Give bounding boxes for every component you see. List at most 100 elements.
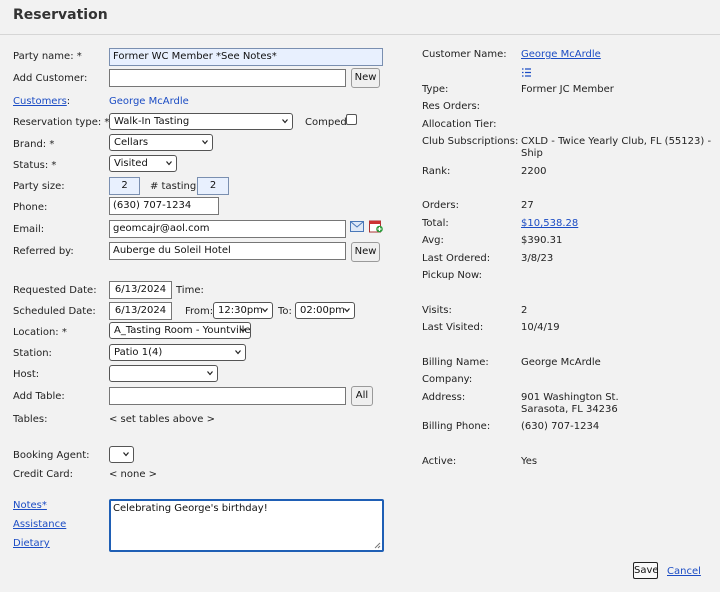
address-label: Address: bbox=[422, 392, 466, 403]
to-time-select[interactable]: 02:00pm bbox=[295, 302, 355, 319]
pickup-now-label: Pickup Now: bbox=[422, 270, 483, 281]
chevron-down-icon bbox=[123, 452, 129, 457]
from-time-value: 12:30pm bbox=[218, 305, 263, 316]
customer-name-label: Customer Name: bbox=[422, 49, 507, 60]
type-label: Type: bbox=[422, 84, 449, 95]
last-visited-value: 10/4/19 bbox=[521, 322, 560, 333]
location-label: Location: * bbox=[13, 327, 67, 338]
customers-row-label: Customers: bbox=[13, 96, 70, 107]
email-input[interactable]: geomcajr@aol.com bbox=[109, 220, 346, 238]
chevron-down-icon bbox=[282, 119, 288, 124]
station-select[interactable]: Patio 1(4) bbox=[109, 344, 246, 361]
to-time-value: 02:00pm bbox=[300, 305, 345, 316]
station-label: Station: bbox=[13, 348, 52, 359]
comped-checkbox[interactable] bbox=[346, 114, 357, 125]
credit-card-label: Credit Card: bbox=[13, 469, 74, 480]
billing-name-label: Billing Name: bbox=[422, 357, 489, 368]
resize-handle-icon[interactable] bbox=[374, 542, 381, 549]
total-link[interactable]: $10,538.28 bbox=[521, 218, 578, 229]
from-time-select[interactable]: 12:30pm bbox=[213, 302, 273, 319]
rank-value: 2200 bbox=[521, 166, 547, 177]
phone-input[interactable]: (630) 707-1234 bbox=[109, 197, 219, 215]
reservation-type-select[interactable]: Walk-In Tasting bbox=[109, 113, 293, 130]
comped-label: Comped: bbox=[305, 117, 351, 128]
notes-link[interactable]: Notes* bbox=[13, 500, 47, 511]
company-label: Company: bbox=[422, 374, 473, 385]
avg-label: Avg: bbox=[422, 235, 444, 246]
all-tables-button[interactable]: All bbox=[351, 386, 373, 406]
requested-date-input[interactable]: 6/13/2024 bbox=[109, 281, 172, 299]
club-subscriptions-label: Club Subscriptions: bbox=[422, 136, 519, 147]
party-size-label: Party size: bbox=[13, 181, 65, 192]
new-referral-button[interactable]: New bbox=[351, 242, 380, 262]
location-select[interactable]: A_Tasting Room - Yountville bbox=[109, 322, 251, 339]
billing-name-value: George McArdle bbox=[521, 357, 601, 368]
chevron-down-icon bbox=[262, 308, 268, 313]
customers-colon: : bbox=[66, 96, 71, 107]
active-value: Yes bbox=[521, 456, 538, 467]
billing-phone-label: Billing Phone: bbox=[422, 421, 491, 432]
tables-value: < set tables above > bbox=[109, 414, 215, 425]
add-table-input[interactable] bbox=[109, 387, 346, 405]
assistance-link[interactable]: Assistance bbox=[13, 519, 66, 530]
status-select[interactable]: Visited bbox=[109, 155, 177, 172]
mail-icon[interactable] bbox=[350, 221, 364, 232]
active-label: Active: bbox=[422, 456, 457, 467]
to-label: To: bbox=[278, 306, 292, 317]
email-label: Email: bbox=[13, 224, 45, 235]
save-button[interactable]: Save bbox=[633, 562, 659, 579]
chevron-down-icon bbox=[235, 350, 241, 355]
notes-textarea[interactable]: Celebrating George's birthday! bbox=[109, 499, 384, 552]
visits-label: Visits: bbox=[422, 305, 452, 316]
phone-label: Phone: bbox=[13, 202, 48, 213]
referred-by-input[interactable]: Auberge du Soleil Hotel bbox=[109, 242, 346, 260]
page-header: Reservation bbox=[0, 0, 720, 35]
referred-by-label: Referred by: bbox=[13, 246, 74, 257]
dietary-link[interactable]: Dietary bbox=[13, 538, 50, 549]
add-table-label: Add Table: bbox=[13, 391, 65, 402]
billing-phone-value: (630) 707-1234 bbox=[521, 421, 600, 432]
status-value: Visited bbox=[114, 158, 148, 169]
total-label: Total: bbox=[422, 218, 449, 229]
new-customer-button[interactable]: New bbox=[351, 68, 380, 88]
cancel-link[interactable]: Cancel bbox=[667, 566, 701, 577]
notes-text: Celebrating George's birthday! bbox=[113, 503, 268, 514]
add-customer-input[interactable] bbox=[109, 69, 346, 87]
scheduled-date-input[interactable]: 6/13/2024 bbox=[109, 302, 172, 320]
chevron-down-icon bbox=[166, 161, 172, 166]
scheduled-date-label: Scheduled Date: bbox=[13, 306, 96, 317]
party-name-label: Party name: * bbox=[13, 51, 82, 62]
visits-value: 2 bbox=[521, 305, 528, 316]
calendar-add-icon[interactable] bbox=[369, 219, 383, 233]
host-select[interactable] bbox=[109, 365, 218, 382]
last-ordered-value: 3/8/23 bbox=[521, 253, 554, 264]
orders-value: 27 bbox=[521, 200, 534, 211]
club-subscriptions-value-line2: Ship bbox=[521, 148, 543, 159]
res-orders-label: Res Orders: bbox=[422, 101, 481, 112]
from-label: From: bbox=[185, 306, 214, 317]
customers-link[interactable]: Customers bbox=[13, 96, 67, 107]
brand-select[interactable]: Cellars bbox=[109, 134, 213, 151]
customer-name-link[interactable]: George McArdle bbox=[521, 49, 601, 60]
tables-label: Tables: bbox=[13, 414, 48, 425]
rank-label: Rank: bbox=[422, 166, 451, 177]
booking-agent-label: Booking Agent: bbox=[13, 450, 90, 461]
list-icon[interactable] bbox=[521, 67, 532, 78]
orders-label: Orders: bbox=[422, 200, 459, 211]
booking-agent-select[interactable] bbox=[109, 446, 134, 463]
party-name-input[interactable]: Former WC Member *See Notes* bbox=[109, 48, 383, 66]
station-value: Patio 1(4) bbox=[114, 347, 163, 358]
chevron-down-icon bbox=[202, 140, 208, 145]
address-line1: 901 Washington St. bbox=[521, 392, 619, 403]
club-subscriptions-value-line1: CXLD - Twice Yearly Club, FL (55123) - bbox=[521, 136, 712, 147]
brand-label: Brand: * bbox=[13, 139, 55, 150]
tasting-label: # tasting: bbox=[150, 181, 200, 192]
allocation-tier-label: Allocation Tier: bbox=[422, 119, 497, 130]
last-visited-label: Last Visited: bbox=[422, 322, 484, 333]
add-customer-label: Add Customer: bbox=[13, 73, 88, 84]
credit-card-value: < none > bbox=[109, 469, 158, 480]
customers-value[interactable]: George McArdle bbox=[109, 96, 189, 107]
last-ordered-label: Last Ordered: bbox=[422, 253, 491, 264]
party-size-input[interactable]: 2 bbox=[109, 177, 140, 195]
tasting-input[interactable]: 2 bbox=[197, 177, 229, 195]
